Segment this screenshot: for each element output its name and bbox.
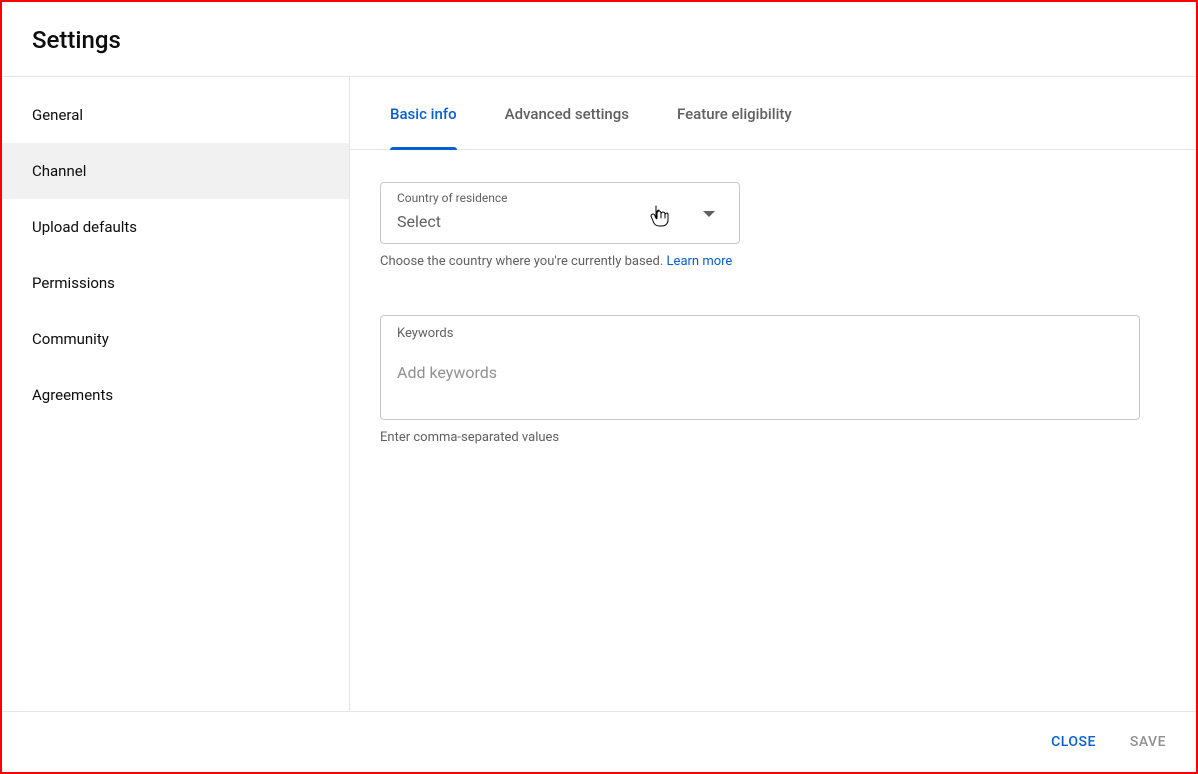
tab-feature-eligibility[interactable]: Feature eligibility xyxy=(677,77,792,149)
dialog-footer: CLOSE SAVE xyxy=(2,711,1196,772)
close-button[interactable]: CLOSE xyxy=(1049,728,1098,756)
sidebar-item-agreements[interactable]: Agreements xyxy=(2,367,349,423)
country-label: Country of residence xyxy=(397,191,507,205)
learn-more-link[interactable]: Learn more xyxy=(667,254,733,269)
country-helper: Choose the country where you're currentl… xyxy=(380,254,1140,269)
sidebar: General Channel Upload defaults Permissi… xyxy=(2,77,350,711)
country-value: Select xyxy=(397,212,703,231)
keywords-input[interactable] xyxy=(397,363,1123,382)
sidebar-item-channel[interactable]: Channel xyxy=(2,143,349,199)
sidebar-item-permissions[interactable]: Permissions xyxy=(2,255,349,311)
keywords-helper: Enter comma-separated values xyxy=(380,430,1140,445)
sidebar-item-community[interactable]: Community xyxy=(2,311,349,367)
page-title: Settings xyxy=(32,26,1166,54)
tabs: Basic info Advanced settings Feature eli… xyxy=(350,77,1196,150)
tab-advanced-settings[interactable]: Advanced settings xyxy=(505,77,629,149)
save-button[interactable]: SAVE xyxy=(1128,728,1168,756)
country-dropdown[interactable]: Country of residence Select xyxy=(380,182,740,244)
sidebar-item-upload-defaults[interactable]: Upload defaults xyxy=(2,199,349,255)
chevron-down-icon xyxy=(703,211,715,217)
sidebar-item-general[interactable]: General xyxy=(2,87,349,143)
tab-basic-info[interactable]: Basic info xyxy=(390,77,457,149)
keywords-label: Keywords xyxy=(397,326,1123,341)
keywords-field[interactable]: Keywords xyxy=(380,315,1140,420)
dialog-header: Settings xyxy=(2,2,1196,77)
